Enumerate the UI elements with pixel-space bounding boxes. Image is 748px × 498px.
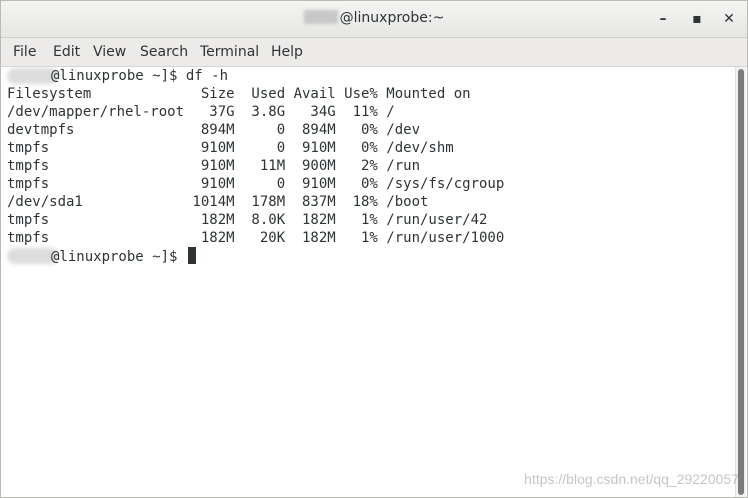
output-line: tmpfs 182M 8.0K 182M 1% /run/user/42 bbox=[7, 212, 488, 228]
menu-terminal[interactable]: Terminal bbox=[200, 44, 259, 60]
redacted-username bbox=[303, 10, 338, 24]
prompt-text: @linuxprobe ~]$ bbox=[51, 68, 186, 84]
menu-edit[interactable]: Edit bbox=[53, 44, 80, 60]
terminal-output[interactable]: @linuxprobe ~]$ df -h Filesystem Size Us… bbox=[1, 67, 737, 497]
menu-file[interactable]: File bbox=[13, 44, 36, 60]
output-line: tmpfs 910M 11M 900M 2% /run bbox=[7, 158, 421, 174]
minimize-button[interactable]: – bbox=[653, 9, 673, 29]
close-button[interactable]: ✕ bbox=[719, 9, 739, 29]
menu-bar: File Edit View Search Terminal Help bbox=[1, 38, 747, 67]
menu-view[interactable]: View bbox=[93, 44, 126, 60]
prompt-text: @linuxprobe ~]$ bbox=[51, 249, 186, 265]
scroll-thumb[interactable] bbox=[738, 69, 744, 495]
watermark-text: https://blog.csdn.net/qq_29220057 bbox=[524, 471, 739, 487]
maximize-button[interactable]: ▪ bbox=[687, 9, 707, 29]
menu-help[interactable]: Help bbox=[271, 44, 303, 60]
output-line: tmpfs 910M 0 910M 0% /sys/fs/cgroup bbox=[7, 176, 505, 192]
prompt-line: @linuxprobe ~]$ df -h bbox=[51, 67, 228, 85]
window-title: @linuxprobe:~ bbox=[1, 10, 747, 26]
output-line: tmpfs 910M 0 910M 0% /dev/shm bbox=[7, 140, 454, 156]
output-header: Filesystem Size Used Avail Use% Mounted … bbox=[7, 86, 471, 102]
output-line: /dev/mapper/rhel-root 37G 3.8G 34G 11% / bbox=[7, 104, 395, 120]
window-title-text: @linuxprobe:~ bbox=[339, 10, 445, 26]
text-cursor bbox=[187, 247, 196, 264]
prompt-line: @linuxprobe ~]$ bbox=[51, 247, 196, 265]
command-text: df -h bbox=[185, 68, 229, 84]
output-line: /dev/sda1 1014M 178M 837M 18% /boot bbox=[7, 194, 429, 210]
vertical-scrollbar[interactable] bbox=[735, 67, 746, 497]
menu-search[interactable]: Search bbox=[140, 44, 188, 60]
terminal-window: @linuxprobe:~ – ▪ ✕ File Edit View Searc… bbox=[0, 0, 748, 498]
output-line: devtmpfs 894M 0 894M 0% /dev bbox=[7, 122, 421, 138]
title-bar[interactable]: @linuxprobe:~ – ▪ ✕ bbox=[1, 1, 747, 38]
output-line: tmpfs 182M 20K 182M 1% /run/user/1000 bbox=[7, 230, 505, 246]
